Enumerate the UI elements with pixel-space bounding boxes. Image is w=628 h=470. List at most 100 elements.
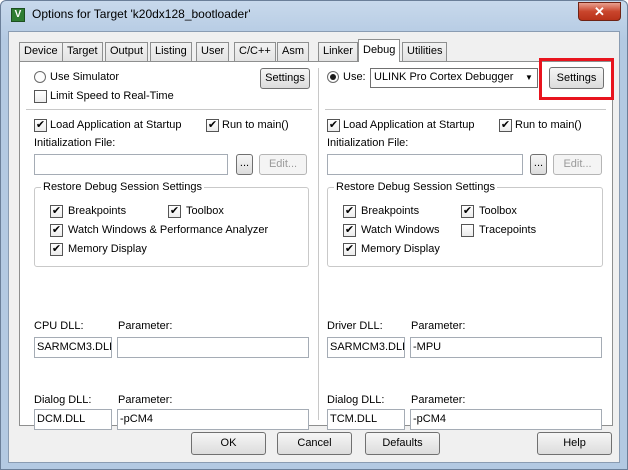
close-icon: ✕ — [594, 4, 605, 19]
check-icon: ✔ — [51, 205, 62, 217]
restore-settings-title: Restore Debug Session Settings — [41, 181, 204, 193]
tab-target[interactable]: Target — [62, 42, 103, 61]
init-file-input[interactable] — [34, 154, 228, 175]
run-to-main-checkbox[interactable]: ✔ — [499, 119, 512, 132]
load-app-label: Load Application at Startup — [50, 119, 182, 131]
debugger-column: Use: ULINK Pro Cortex Debugger ▼ Setting… — [319, 58, 614, 430]
check-icon: ✔ — [207, 119, 218, 131]
tracepoints-label: Tracepoints — [479, 224, 537, 236]
defaults-button[interactable]: Defaults — [365, 432, 440, 455]
driver-dll-label: Driver DLL: — [327, 320, 383, 332]
settings-highlight-box — [539, 58, 614, 100]
dialog-dll-label: Dialog DLL: — [327, 394, 385, 406]
check-icon: ✔ — [169, 205, 180, 217]
use-simulator-label: Use Simulator — [50, 71, 120, 83]
cpu-dll-label: CPU DLL: — [34, 320, 84, 332]
dialog-dll-parameter-input[interactable]: -pCM4 — [410, 409, 602, 430]
watch-windows-label: Watch Windows & Performance Analyzer — [68, 224, 269, 236]
toolbox-label: Toolbox — [479, 205, 517, 217]
debugger-select-value: ULINK Pro Cortex Debugger — [374, 71, 514, 83]
window-title: Options for Target 'k20dx128_bootloader' — [32, 7, 251, 21]
close-button[interactable]: ✕ — [578, 2, 621, 21]
memory-display-checkbox[interactable]: ✔ — [50, 243, 63, 256]
chevron-down-icon: ▼ — [525, 73, 533, 82]
tab-listing[interactable]: Listing — [150, 42, 192, 61]
check-icon: ✔ — [500, 119, 511, 131]
tab-debug[interactable]: Debug — [358, 39, 401, 62]
separator — [325, 109, 606, 110]
check-icon: ✔ — [51, 224, 62, 236]
memory-display-label: Memory Display — [68, 243, 147, 255]
init-file-label: Initialization File: — [34, 137, 116, 149]
check-icon: ✔ — [51, 243, 62, 255]
check-icon: ✔ — [344, 243, 355, 255]
load-app-checkbox[interactable]: ✔ — [34, 119, 47, 132]
dialog-dll-label: Dialog DLL: — [34, 394, 92, 406]
watch-windows-checkbox[interactable]: ✔ — [343, 224, 356, 237]
load-app-checkbox[interactable]: ✔ — [327, 119, 340, 132]
check-icon: ✔ — [35, 119, 46, 131]
driver-dll-input[interactable]: SARMCM3.DLL — [327, 337, 405, 358]
tab-user[interactable]: User — [196, 42, 230, 61]
restore-settings-title: Restore Debug Session Settings — [334, 181, 497, 193]
check-icon: ✔ — [462, 205, 473, 217]
dialog-dll-input[interactable]: TCM.DLL — [327, 409, 405, 430]
dialog-dll-parameter-label: Parameter: — [411, 394, 466, 406]
options-dialog: V Options for Target 'k20dx128_bootloade… — [0, 0, 628, 470]
use-label: Use: — [343, 71, 366, 83]
dialog-dll-input[interactable]: DCM.DLL — [34, 409, 112, 430]
tracepoints-checkbox[interactable] — [461, 224, 474, 237]
tab-linker[interactable]: Linker — [318, 42, 358, 61]
cpu-dll-input[interactable]: SARMCM3.DLL — [34, 337, 112, 358]
run-to-main-label: Run to main() — [222, 119, 289, 131]
tab-utilities[interactable]: Utilities — [402, 42, 448, 61]
title-bar[interactable]: V Options for Target 'k20dx128_bootloade… — [1, 1, 627, 29]
init-file-label: Initialization File: — [327, 137, 409, 149]
simulator-settings-button[interactable]: Settings — [260, 68, 310, 89]
debugger-select[interactable]: ULINK Pro Cortex Debugger ▼ — [370, 68, 538, 88]
simulator-column: Use Simulator Settings Limit Speed to Re… — [20, 62, 318, 430]
restore-settings-group: Restore Debug Session Settings ✔ Breakpo… — [34, 181, 309, 267]
debug-panel: Use Simulator Settings Limit Speed to Re… — [19, 58, 614, 430]
driver-dll-parameter-label: Parameter: — [411, 320, 466, 332]
toolbox-checkbox[interactable]: ✔ — [461, 205, 474, 218]
ok-button[interactable]: OK — [191, 432, 266, 455]
load-app-label: Load Application at Startup — [343, 119, 475, 131]
driver-dll-parameter-input[interactable]: -MPU — [410, 337, 602, 358]
init-file-input[interactable] — [327, 154, 523, 175]
cpu-dll-parameter-label: Parameter: — [118, 320, 173, 332]
restore-settings-group: Restore Debug Session Settings ✔ Breakpo… — [327, 181, 603, 267]
tab-cc[interactable]: C/C++ — [234, 42, 276, 61]
dialog-dll-parameter-input[interactable]: -pCM4 — [117, 409, 309, 430]
toolbox-checkbox[interactable]: ✔ — [168, 205, 181, 218]
app-icon: V — [11, 8, 25, 22]
dialog-dll-parameter-label: Parameter: — [118, 394, 173, 406]
toolbox-label: Toolbox — [186, 205, 224, 217]
breakpoints-checkbox[interactable]: ✔ — [343, 205, 356, 218]
run-to-main-label: Run to main() — [515, 119, 582, 131]
breakpoints-checkbox[interactable]: ✔ — [50, 205, 63, 218]
cancel-button[interactable]: Cancel — [277, 432, 352, 455]
init-file-edit-button[interactable]: Edit... — [553, 154, 602, 175]
memory-display-checkbox[interactable]: ✔ — [343, 243, 356, 256]
cpu-dll-parameter-input[interactable] — [117, 337, 309, 358]
limit-speed-checkbox[interactable] — [34, 90, 47, 103]
dialog-client: Device Target Output Listing User C/C++ … — [8, 31, 620, 463]
use-simulator-radio[interactable] — [34, 71, 46, 83]
tab-asm[interactable]: Asm — [277, 42, 309, 61]
check-icon: ✔ — [328, 119, 339, 131]
breakpoints-label: Breakpoints — [68, 205, 127, 217]
init-file-edit-button[interactable]: Edit... — [259, 154, 307, 175]
tab-output[interactable]: Output — [105, 42, 149, 61]
watch-windows-checkbox[interactable]: ✔ — [50, 224, 63, 237]
init-file-browse-button[interactable]: ... — [530, 154, 547, 175]
tab-device[interactable]: Device — [19, 42, 63, 61]
use-debugger-radio[interactable] — [327, 71, 339, 83]
check-icon: ✔ — [344, 224, 355, 236]
separator — [26, 109, 312, 110]
memory-display-label: Memory Display — [361, 243, 440, 255]
run-to-main-checkbox[interactable]: ✔ — [206, 119, 219, 132]
breakpoints-label: Breakpoints — [361, 205, 420, 217]
init-file-browse-button[interactable]: ... — [236, 154, 253, 175]
help-button[interactable]: Help — [537, 432, 612, 455]
